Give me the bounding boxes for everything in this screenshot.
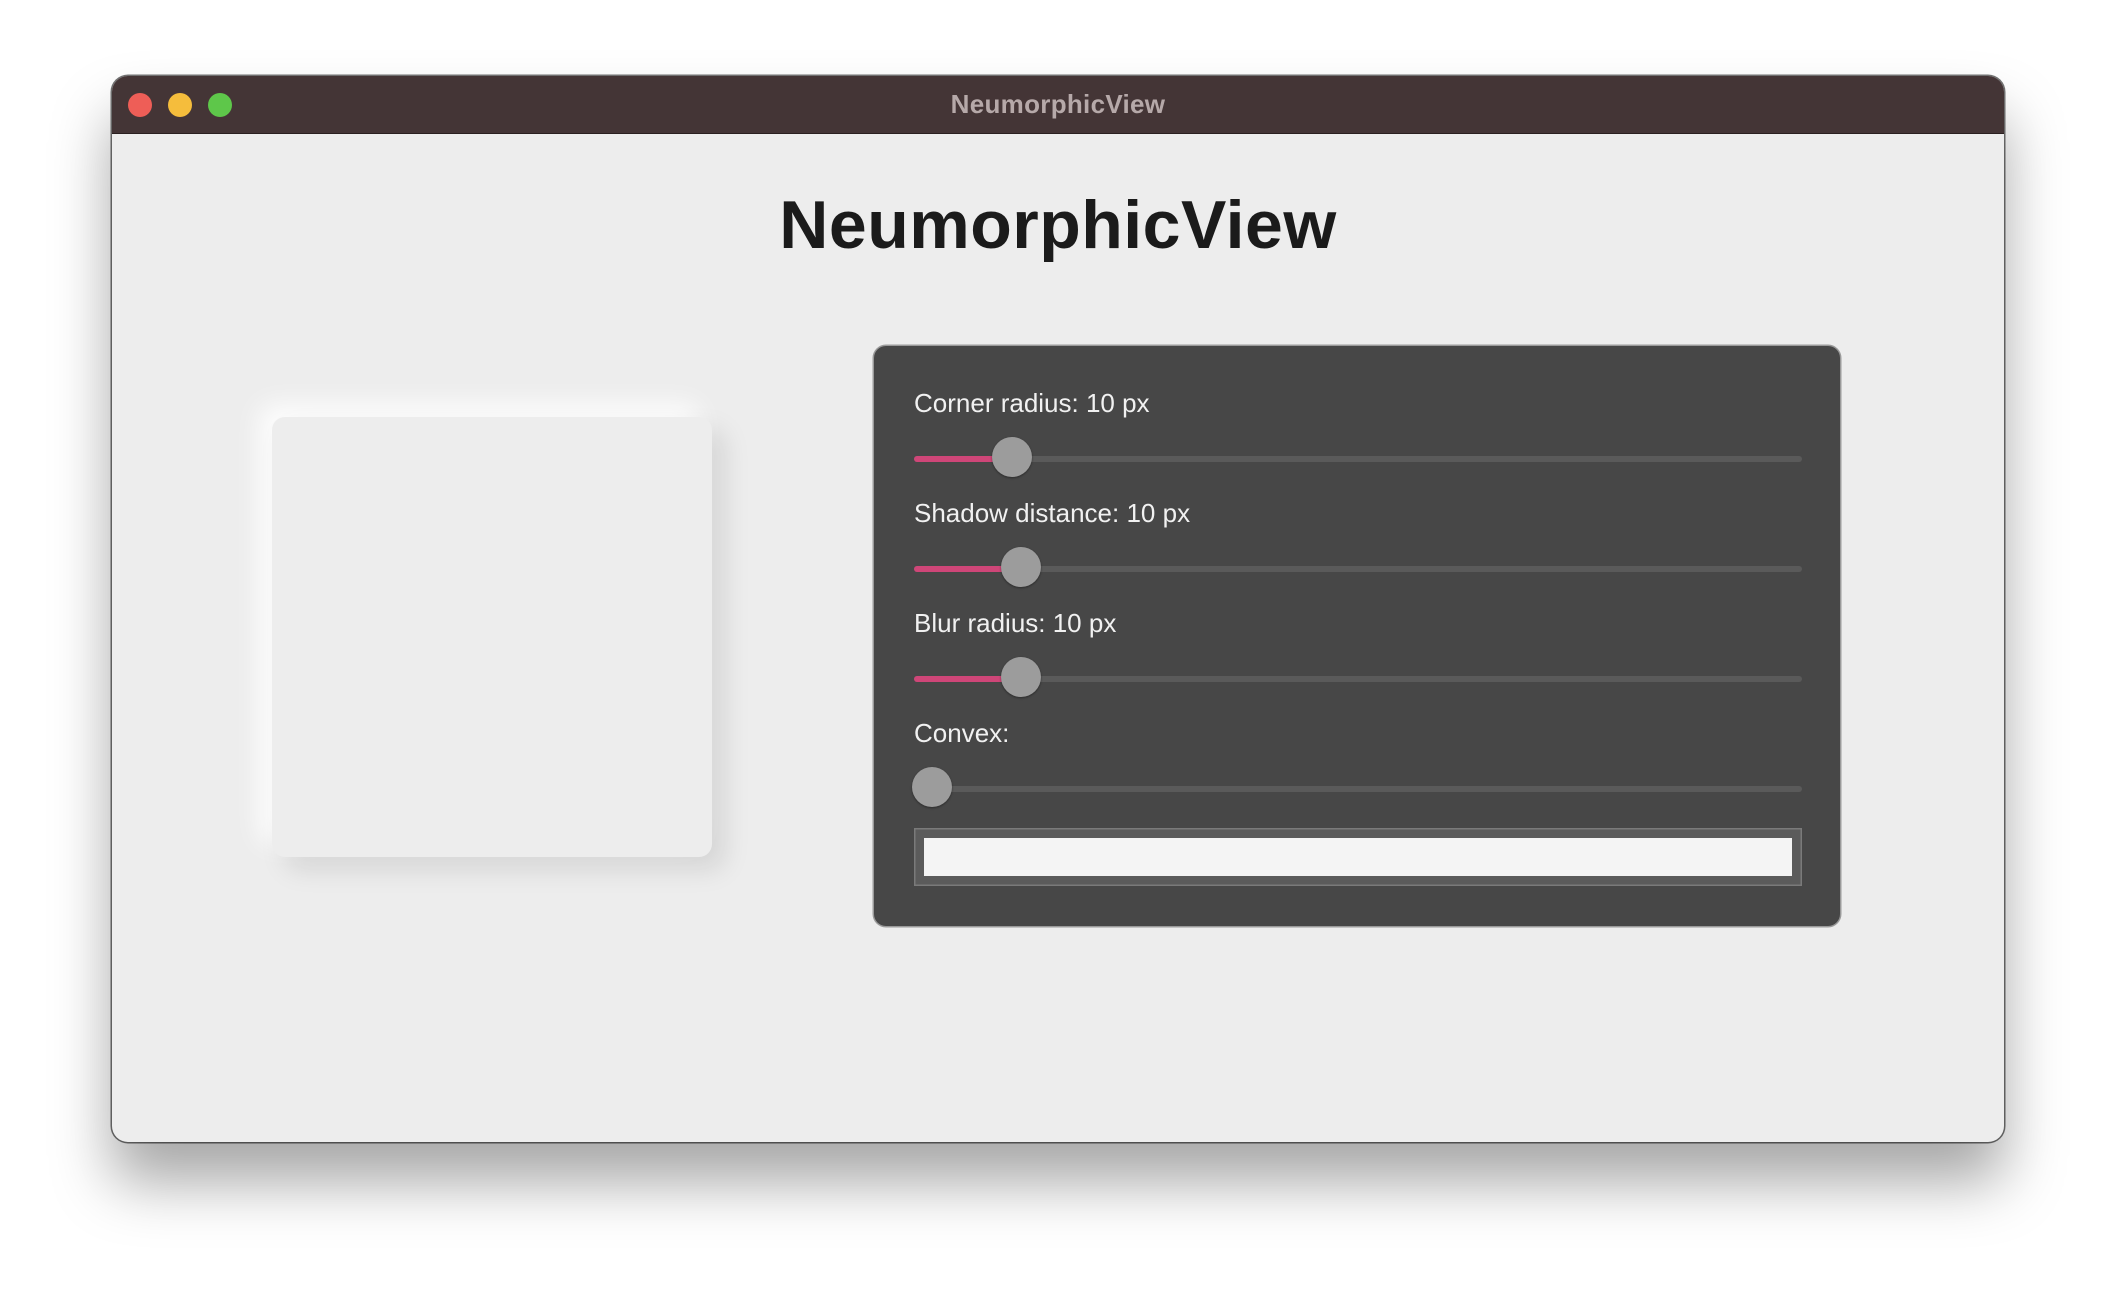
text-input[interactable] [924,838,1792,876]
corner-radius-slider-thumb[interactable] [992,437,1032,477]
corner-radius-slider[interactable] [914,437,1802,477]
shadow-distance-label: Shadow distance: 10 px [914,498,1191,528]
shadow-distance-slider-thumb[interactable] [1001,547,1041,587]
convex-label: Convex: [914,718,1010,748]
text-field-frame [914,828,1802,886]
window-title: NeumorphicView [950,89,1166,119]
title-bar[interactable]: NeumorphicView [112,76,2004,134]
blur-radius-slider[interactable] [914,657,1802,697]
page-title: NeumorphicView [779,187,1337,263]
shadow-distance-slider[interactable] [914,547,1802,587]
convex-slider[interactable] [912,767,1802,807]
neumorphic-preview [272,417,712,857]
blur-radius-label: Blur radius: 10 px [914,608,1117,638]
settings-panel: Corner radius: 10 px Shadow distance: 10… [874,346,1840,926]
blur-radius-slider-thumb[interactable] [1001,657,1041,697]
corner-radius-label: Corner radius: 10 px [914,388,1150,418]
app-window: NeumorphicView NeumorphicView Corner rad… [112,76,2004,1142]
convex-slider-thumb[interactable] [912,767,952,807]
